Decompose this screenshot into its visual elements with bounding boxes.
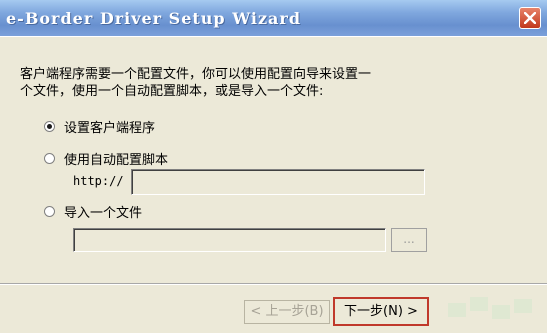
option-auto-config-script-label: 使用自动配置脚本: [64, 153, 169, 168]
footer-divider-highlight: [0, 284, 547, 285]
auto-config-url-input[interactable]: [131, 169, 425, 195]
option-import-file-label: 导入一个文件: [64, 206, 143, 221]
option-import-file[interactable]: 导入一个文件: [44, 202, 142, 221]
option-configure-client[interactable]: 设置客户端程序: [44, 117, 155, 136]
option-auto-config-script[interactable]: 使用自动配置脚本: [44, 149, 168, 168]
browse-button[interactable]: ...: [391, 228, 427, 252]
next-button[interactable]: 下一步(N) >: [333, 297, 429, 326]
close-icon: [524, 12, 536, 24]
title-divider: [0, 36, 547, 37]
radio-configure-client[interactable]: [44, 121, 55, 132]
import-file-path-input[interactable]: [73, 228, 386, 252]
instructions-line-2: 个文件，使用一个自动配置脚本，或是导入一个文件:: [20, 84, 324, 99]
close-button[interactable]: [519, 7, 541, 29]
title-bar[interactable]: e-Border Driver Setup Wizard: [0, 0, 547, 37]
instructions-text: 客户端程序需要一个配置文件，你可以使用配置向导来设置一 个文件，使用一个自动配置…: [20, 66, 440, 100]
radio-import-file[interactable]: [44, 206, 55, 217]
watermark-mark: [440, 295, 540, 325]
option-configure-client-label: 设置客户端程序: [64, 121, 156, 136]
back-button[interactable]: < 上一步(B): [244, 300, 330, 324]
wizard-window: e-Border Driver Setup Wizard 客户端程序需要一个配置…: [0, 0, 547, 333]
radio-auto-config-script[interactable]: [44, 153, 55, 164]
window-title: e-Border Driver Setup Wizard: [6, 9, 302, 28]
http-prefix-label: http://: [73, 174, 124, 188]
instructions-line-1: 客户端程序需要一个配置文件，你可以使用配置向导来设置一: [20, 67, 372, 82]
